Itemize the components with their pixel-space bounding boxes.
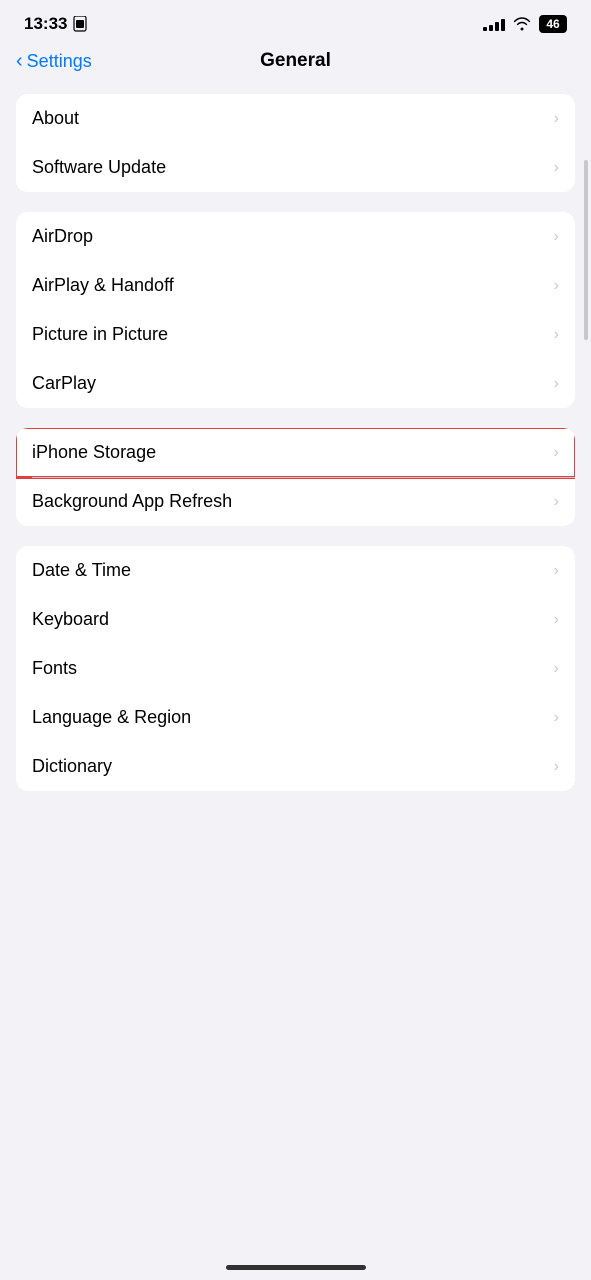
settings-label-carplay: CarPlay bbox=[32, 373, 96, 394]
scroll-indicator bbox=[584, 160, 588, 340]
settings-group-group1: About › Software Update › bbox=[16, 94, 575, 192]
chevron-right-icon: › bbox=[554, 493, 559, 511]
chevron-right-icon: › bbox=[554, 277, 559, 295]
time-display: 13:33 bbox=[24, 14, 67, 34]
chevron-right-icon: › bbox=[554, 758, 559, 776]
settings-group-group3: iPhone Storage › Background App Refresh › bbox=[16, 428, 575, 526]
settings-row-airplay-handoff[interactable]: AirPlay & Handoff › bbox=[16, 261, 575, 310]
settings-row-background-app-refresh[interactable]: Background App Refresh › bbox=[16, 477, 575, 526]
settings-label-airdrop: AirDrop bbox=[32, 226, 93, 247]
chevron-right-icon: › bbox=[554, 326, 559, 344]
settings-row-fonts[interactable]: Fonts › bbox=[16, 644, 575, 693]
sim-icon bbox=[73, 16, 87, 32]
nav-header: ‹ Settings General bbox=[0, 42, 591, 86]
battery-indicator: 46 bbox=[539, 15, 567, 33]
settings-row-picture-in-picture[interactable]: Picture in Picture › bbox=[16, 310, 575, 359]
status-icons: 46 bbox=[483, 15, 567, 33]
chevron-right-icon: › bbox=[554, 660, 559, 678]
settings-label-airplay-handoff: AirPlay & Handoff bbox=[32, 275, 174, 296]
settings-row-language-region[interactable]: Language & Region › bbox=[16, 693, 575, 742]
settings-content: About›Software Update›AirDrop›AirPlay & … bbox=[0, 86, 591, 819]
chevron-right-icon: › bbox=[554, 159, 559, 177]
back-button[interactable]: ‹ Settings bbox=[16, 51, 92, 72]
settings-label-picture-in-picture: Picture in Picture bbox=[32, 324, 168, 345]
chevron-right-icon: › bbox=[554, 110, 559, 128]
settings-row-dictionary[interactable]: Dictionary › bbox=[16, 742, 575, 791]
chevron-right-icon: › bbox=[554, 709, 559, 727]
settings-label-date-time: Date & Time bbox=[32, 560, 131, 581]
status-time: 13:33 bbox=[24, 14, 87, 34]
page-title: General bbox=[260, 50, 331, 72]
chevron-right-icon: › bbox=[554, 562, 559, 580]
settings-label-background-app-refresh: Background App Refresh bbox=[32, 491, 232, 512]
home-indicator bbox=[226, 1265, 366, 1270]
settings-row-about[interactable]: About › bbox=[16, 94, 575, 143]
settings-label-software-update: Software Update bbox=[32, 157, 166, 178]
settings-group-group2: AirDrop›AirPlay & Handoff›Picture in Pic… bbox=[16, 212, 575, 408]
settings-label-about: About bbox=[32, 108, 79, 129]
chevron-right-icon: › bbox=[554, 375, 559, 393]
settings-row-keyboard[interactable]: Keyboard › bbox=[16, 595, 575, 644]
chevron-right-icon: › bbox=[554, 611, 559, 629]
settings-row-date-time[interactable]: Date & Time › bbox=[16, 546, 575, 595]
settings-label-fonts: Fonts bbox=[32, 658, 77, 679]
battery-label: 46 bbox=[546, 17, 559, 31]
status-bar: 13:33 46 bbox=[0, 0, 591, 42]
settings-label-language-region: Language & Region bbox=[32, 707, 191, 728]
settings-label-dictionary: Dictionary bbox=[32, 756, 112, 777]
back-label: Settings bbox=[27, 51, 92, 72]
settings-row-airdrop[interactable]: AirDrop › bbox=[16, 212, 575, 261]
chevron-right-icon: › bbox=[554, 228, 559, 246]
wifi-icon bbox=[513, 17, 531, 31]
settings-group-group4: Date & Time›Keyboard›Fonts›Language & Re… bbox=[16, 546, 575, 791]
settings-row-carplay[interactable]: CarPlay › bbox=[16, 359, 575, 408]
settings-label-keyboard: Keyboard bbox=[32, 609, 109, 630]
settings-row-software-update[interactable]: Software Update › bbox=[16, 143, 575, 192]
back-chevron-icon: ‹ bbox=[16, 51, 23, 71]
settings-label-iphone-storage: iPhone Storage bbox=[32, 442, 156, 463]
signal-bars-icon bbox=[483, 17, 505, 31]
settings-row-iphone-storage[interactable]: iPhone Storage › bbox=[16, 428, 575, 477]
chevron-right-icon: › bbox=[554, 444, 559, 462]
